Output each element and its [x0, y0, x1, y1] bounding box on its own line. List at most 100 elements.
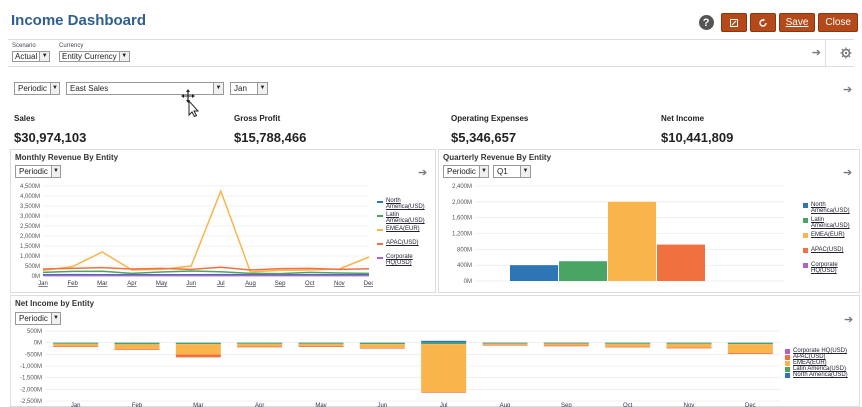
chevron-down-icon: ▼	[50, 166, 60, 177]
currency-dropdown[interactable]: Entity Currency ▼	[59, 51, 130, 62]
legend-item-corporate-hq-usd[interactable]: Corporate HQ(USD)	[803, 262, 859, 274]
save-button[interactable]: Save	[778, 13, 816, 32]
legend-label: APAC(USD)	[386, 240, 419, 246]
legend-item-north-america-usd[interactable]: North America(USD)	[785, 372, 848, 378]
legend-item-north-america-usd[interactable]: North America(USD)	[377, 198, 435, 210]
kpi-opex-value: $5,346,657	[451, 130, 517, 145]
arrow-right-icon[interactable]: ➔	[843, 166, 852, 179]
legend-swatch	[377, 201, 383, 203]
arrow-right-icon[interactable]: ➔	[418, 166, 427, 179]
legend-item-apac-usd[interactable]: APAC(USD)	[803, 247, 844, 253]
monthly-view-dropdown[interactable]: Periodic ▼	[15, 165, 61, 178]
quarter-dropdown[interactable]: Q1 ▼	[493, 165, 531, 178]
legend-item-emea-eur[interactable]: EMEA(EUR)	[803, 232, 845, 238]
monthly-legend: North America(USD) Latin America(USD) EMEA…	[377, 198, 435, 278]
x-tick-label: Jan	[71, 403, 81, 407]
quarterly-view-value: Periodic	[447, 167, 476, 176]
x-tick-label: Nov	[334, 281, 345, 287]
refresh-button[interactable]	[749, 13, 776, 32]
bar-segment-apac-usd	[666, 347, 712, 349]
close-button[interactable]: Close	[818, 13, 858, 32]
net-income-view-dropdown[interactable]: Periodic ▼	[15, 312, 61, 325]
net-income-title: Net Income by Entity	[15, 299, 95, 308]
scenario-label: Scenario	[12, 43, 36, 49]
bar-segment-latin-america-usd	[666, 342, 712, 344]
legend-item-latin-america-usd[interactable]: Latin America(USD)	[377, 212, 435, 224]
legend-item-corporate-hq-usd[interactable]: Corporate HQ(USD)	[377, 254, 435, 266]
refresh-icon	[758, 18, 767, 27]
y-tick-label: -1,500M	[20, 376, 42, 382]
y-tick-label: -1,000M	[20, 364, 42, 370]
kpi-sales-label: Sales	[14, 114, 35, 123]
quarterly-view-dropdown[interactable]: Periodic ▼	[443, 165, 489, 178]
x-tick-label: Apr	[255, 403, 264, 407]
net-income-chart: -2,500M -2,000M -1,500M -1,000M -500M 0M 500M J…	[20, 329, 781, 407]
bar-segment-apac-usd	[605, 346, 651, 348]
arrow-right-icon[interactable]: ➔	[812, 46, 821, 59]
quarterly-revenue-title: Quarterly Revenue By Entity	[443, 153, 552, 162]
edit-button[interactable]	[720, 13, 747, 32]
move-cursor-icon	[181, 89, 200, 117]
y-tick-label: 0M	[464, 279, 472, 285]
bar-segment-latin-america-usd	[114, 342, 160, 345]
y-tick-label: 3,500M	[20, 204, 40, 210]
monthly-revenue-title: Monthly Revenue By Entity	[15, 153, 119, 162]
net-income-view-value: Periodic	[19, 314, 48, 323]
help-icon[interactable]: ?	[698, 15, 714, 30]
kpi-net-income-value: $10,441,809	[661, 130, 734, 145]
arrow-right-icon[interactable]: ➔	[843, 83, 852, 96]
legend-swatch	[785, 373, 790, 378]
kpi-sales-value: $30,974,103	[14, 130, 87, 145]
y-tick-label: 2,000M	[452, 200, 472, 206]
currency-selector: Currency Entity Currency ▼	[59, 43, 130, 62]
y-tick-label: 2,400M	[452, 184, 472, 190]
kpi-net-income-label: Net Income	[661, 114, 705, 123]
chevron-down-icon: ▼	[49, 83, 59, 94]
period-dropdown[interactable]: Jan ▼	[230, 82, 268, 95]
bar-emea-eur	[608, 201, 656, 281]
y-tick-label: 1,500M	[20, 244, 40, 250]
x-tick-label: Mar	[193, 403, 203, 407]
x-tick-label: Mar	[97, 281, 107, 287]
bar-segment-latin-america-usd	[359, 342, 405, 345]
x-tick-label: Aug	[245, 281, 256, 287]
scenario-dropdown[interactable]: Actual ▼	[12, 51, 51, 62]
y-tick-label: 400M	[457, 263, 472, 269]
legend-swatch	[377, 257, 383, 259]
legend-swatch	[377, 243, 383, 245]
y-tick-label: -2,500M	[20, 399, 42, 405]
period-value: Jan	[234, 84, 247, 93]
legend-item-apac-usd[interactable]: APAC(USD)	[377, 240, 419, 246]
view-dropdown[interactable]: Periodic ▼	[14, 82, 60, 95]
bar-segment-emea-eur	[114, 344, 160, 349]
bar-segment-apac-usd	[175, 354, 221, 358]
bar-segment-latin-america-usd	[605, 342, 651, 344]
legend-label: North America(USD)	[793, 372, 848, 378]
legend-item-north-america-usd[interactable]: North America(USD)	[803, 202, 859, 214]
x-tick-label: Jun	[186, 281, 196, 287]
chevron-down-icon: ▼	[520, 166, 530, 177]
bar-latin-america-usd	[559, 261, 607, 281]
legend-item-emea-eur[interactable]: EMEA(EUR)	[377, 226, 420, 232]
series-line-emea-eur	[42, 188, 370, 273]
x-tick-label: Dec	[364, 281, 373, 287]
arrow-right-icon[interactable]: ➔	[844, 313, 853, 326]
gear-icon[interactable]	[840, 46, 852, 64]
y-tick-label: 2,000M	[20, 234, 40, 240]
legend-label: EMEA(EUR)	[811, 232, 845, 238]
x-tick-label: Oct	[305, 281, 315, 287]
legend-swatch	[803, 203, 808, 208]
y-tick-label: 500M	[25, 264, 40, 270]
legend-item-latin-america-usd[interactable]: Latin America(USD)	[803, 217, 859, 229]
bar-segment-latin-america-usd	[175, 342, 221, 345]
bar-segment-latin-america-usd	[421, 342, 467, 345]
bar-segment-emea-eur	[421, 344, 467, 392]
bar-segment-apac-usd	[359, 347, 405, 349]
quarterly-legend: North America(USD) Latin America(USD) EMEA…	[803, 202, 859, 282]
x-tick-label: Aug	[500, 403, 511, 407]
legend-swatch	[377, 229, 383, 231]
net-income-legend: Corporate HQ(USD) APAC(USD) EMEA(EUR) Latin…	[785, 348, 859, 394]
bar-segment-apac-usd	[482, 344, 528, 346]
y-tick-label: 0M	[32, 274, 40, 280]
x-tick-label: Jun	[377, 403, 387, 407]
